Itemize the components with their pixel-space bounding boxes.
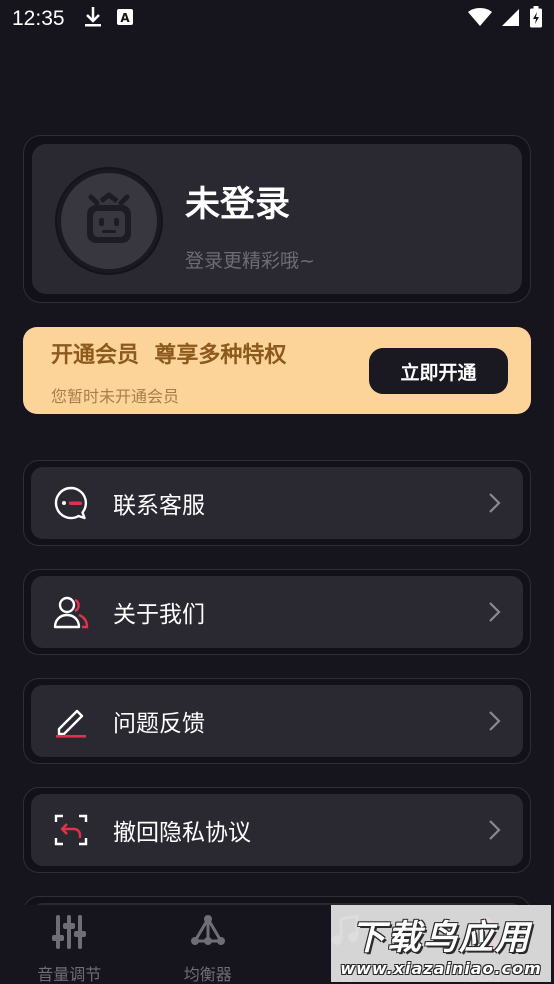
chevron-right-icon xyxy=(487,710,501,732)
menu-item-inner: 问题反馈 xyxy=(31,685,523,757)
avatar-ring xyxy=(61,173,157,269)
vip-subtitle: 您暂时未开通会员 xyxy=(51,387,180,406)
signal-icon xyxy=(502,7,520,31)
equalizer-icon xyxy=(189,913,227,955)
open-vip-button[interactable]: 立即开通 xyxy=(369,348,508,394)
watermark-en: www.xiazainiao.com xyxy=(340,958,542,978)
vip-banner[interactable]: 开通会员 尊享多种特权 您暂时未开通会员 立即开通 xyxy=(23,327,531,414)
profile-card[interactable]: 未登录 登录更精彩哦~ xyxy=(23,135,531,303)
menu-item-revoke-privacy[interactable]: 撤回隐私协议 xyxy=(23,787,531,873)
battery-icon xyxy=(530,6,542,32)
profile-subtitle: 登录更精彩哦~ xyxy=(185,250,315,272)
tab-label: 均衡器 xyxy=(183,965,232,984)
chevron-right-icon xyxy=(487,492,501,514)
profile-name[interactable]: 未登录 xyxy=(185,176,290,227)
profile-card-inner: 未登录 登录更精彩哦~ xyxy=(32,144,522,294)
chat-icon xyxy=(53,485,89,521)
avatar[interactable] xyxy=(55,167,163,275)
menu-item-inner: 联系客服 xyxy=(31,467,523,539)
menu-item-inner: 关于我们 xyxy=(31,576,523,648)
status-bar: 12:35 A xyxy=(0,0,554,38)
tab-equalizer[interactable]: 均衡器 xyxy=(139,905,278,984)
chevron-right-icon xyxy=(487,819,501,841)
font-icon: A xyxy=(116,9,133,29)
menu-label: 问题反馈 xyxy=(113,711,205,737)
menu-label: 撤回隐私协议 xyxy=(113,820,251,846)
status-time: 12:35 xyxy=(12,7,65,30)
svg-text:A: A xyxy=(120,11,130,25)
edit-icon xyxy=(53,703,89,739)
watermark-cn: 下载鸟应用 xyxy=(351,917,531,958)
menu-item-inner: 撤回隐私协议 xyxy=(31,794,523,866)
menu-item-about-us[interactable]: 关于我们 xyxy=(23,569,531,655)
tab-volume[interactable]: 音量调节 xyxy=(0,905,139,984)
wifi-icon xyxy=(468,7,492,31)
vip-title: 开通会员 尊享多种特权 xyxy=(51,343,287,368)
tab-label: 音量调节 xyxy=(37,965,102,984)
download-icon xyxy=(83,6,103,32)
chevron-right-icon xyxy=(487,601,501,623)
menu-label: 联系客服 xyxy=(113,493,205,519)
sliders-icon xyxy=(51,913,87,955)
menu-item-contact-support[interactable]: 联系客服 xyxy=(23,460,531,546)
users-icon xyxy=(53,594,89,630)
menu-label: 关于我们 xyxy=(113,602,205,628)
menu-item-feedback[interactable]: 问题反馈 xyxy=(23,678,531,764)
revoke-icon xyxy=(53,812,89,848)
watermark-logo: 下载鸟应用 www.xiazainiao.com xyxy=(331,905,551,982)
robot-avatar-icon xyxy=(79,189,139,253)
